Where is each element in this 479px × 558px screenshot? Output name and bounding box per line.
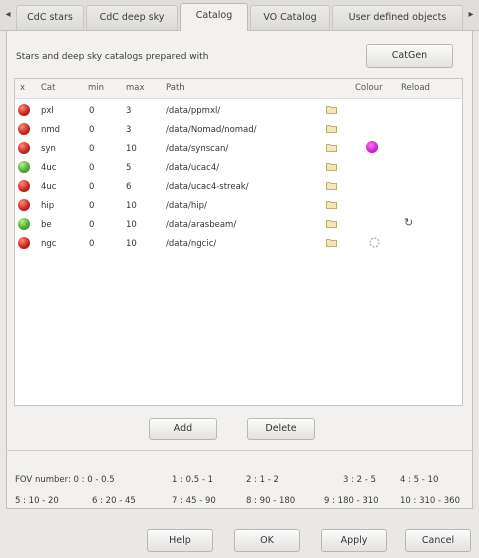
table-row[interactable]: be 0 10/data/arasbeam/ ↻ <box>15 216 462 235</box>
fov-label-8: 8 : 90 - 180 <box>246 496 296 506</box>
col-header-cat: Cat <box>41 83 56 93</box>
cell-max: 5 <box>126 163 132 173</box>
catgen-button[interactable]: CatGen <box>366 44 453 68</box>
cell-cat: be <box>41 220 52 230</box>
tab-scroll-left-icon[interactable]: ◂ <box>2 6 14 24</box>
delete-button[interactable]: Delete <box>247 418 315 440</box>
folder-icon[interactable] <box>326 124 337 133</box>
status-inactive-icon[interactable] <box>18 123 30 135</box>
col-header-path: Path <box>166 83 185 93</box>
catalog-table: x Cat min max Path Colour Reload pxl 0 3/d… <box>14 78 463 406</box>
status-inactive-icon[interactable] <box>18 104 30 116</box>
cell-min: 0 <box>89 220 95 230</box>
cell-min: 0 <box>89 163 95 173</box>
fov-label-7: 7 : 45 - 90 <box>172 496 216 506</box>
folder-icon[interactable] <box>326 162 337 171</box>
fov-label-3: 3 : 2 - 5 <box>343 475 376 485</box>
cell-cat: 4uc <box>41 182 57 192</box>
cell-min: 0 <box>89 106 95 116</box>
col-header-reload: Reload <box>401 83 430 93</box>
ok-button[interactable]: OK <box>234 529 300 552</box>
status-inactive-icon[interactable] <box>18 142 30 154</box>
col-header-colour: Colour <box>355 83 383 93</box>
fov-label-5: 5 : 10 - 20 <box>15 496 59 506</box>
divider <box>6 450 473 451</box>
dialog-button-bar: Help OK Apply Cancel <box>0 509 479 558</box>
colour-swatch[interactable] <box>366 141 378 153</box>
table-row[interactable]: 4uc 0 5/data/ucac4/ <box>15 159 462 178</box>
cell-cat: 4uc <box>41 163 57 173</box>
cell-path[interactable]: /data/ngcic/ <box>166 239 216 249</box>
folder-icon[interactable] <box>326 238 337 247</box>
folder-icon[interactable] <box>326 200 337 209</box>
cell-cat: pxl <box>41 106 54 116</box>
cell-path[interactable]: /data/ucac4/ <box>166 163 219 173</box>
fov-label-1: 1 : 0.5 - 1 <box>172 475 214 485</box>
cell-max: 3 <box>126 125 132 135</box>
table-row[interactable]: 4uc 0 6/data/ucac4-streak/ <box>15 178 462 197</box>
table-header: x Cat min max Path Colour Reload <box>15 79 462 99</box>
fov-label-6: 6 : 20 - 45 <box>92 496 136 506</box>
cell-max: 10 <box>126 239 137 249</box>
tab-bar: ◂ CdC stars CdC deep sky Catalog VO Cata… <box>0 0 479 32</box>
fov-label-0: FOV number: 0 : 0 - 0.5 <box>15 475 115 485</box>
status-inactive-icon[interactable] <box>18 199 30 211</box>
cell-cat: hip <box>41 201 55 211</box>
cell-cat: nmd <box>41 125 61 135</box>
cell-path[interactable]: /data/ppmxl/ <box>166 106 220 116</box>
cell-max: 10 <box>126 220 137 230</box>
cell-max: 10 <box>126 201 137 211</box>
fov-label-2: 2 : 1 - 2 <box>246 475 279 485</box>
cell-min: 0 <box>89 201 95 211</box>
cell-path[interactable]: /data/Nomad/nomad/ <box>166 125 257 135</box>
table-row[interactable]: syn 0 10/data/synscan/ <box>15 140 462 159</box>
status-active-icon[interactable] <box>18 161 30 173</box>
cell-min: 0 <box>89 125 95 135</box>
status-inactive-icon[interactable] <box>18 237 30 249</box>
loading-spinner-icon <box>369 237 380 248</box>
cell-path[interactable]: /data/ucac4-streak/ <box>166 182 249 192</box>
cell-cat: syn <box>41 144 56 154</box>
tab-cdc-stars[interactable]: CdC stars <box>16 5 84 30</box>
table-row[interactable]: pxl 0 3/data/ppmxl/ <box>15 102 462 121</box>
table-row[interactable]: nmd 0 3/data/Nomad/nomad/ <box>15 121 462 140</box>
apply-button[interactable]: Apply <box>321 529 387 552</box>
help-button[interactable]: Help <box>147 529 213 552</box>
add-button[interactable]: Add <box>149 418 217 440</box>
folder-icon[interactable] <box>326 105 337 114</box>
cell-cat: ngc <box>41 239 57 249</box>
cell-path[interactable]: /data/arasbeam/ <box>166 220 236 230</box>
cell-min: 0 <box>89 144 95 154</box>
cell-path[interactable]: /data/hip/ <box>166 201 207 211</box>
cancel-button[interactable]: Cancel <box>405 529 471 552</box>
folder-icon[interactable] <box>326 181 337 190</box>
col-header-x: x <box>20 83 26 93</box>
folder-icon[interactable] <box>326 219 337 228</box>
cell-path[interactable]: /data/synscan/ <box>166 144 228 154</box>
table-row[interactable]: ngc 0 10/data/ngcic/ <box>15 235 462 254</box>
reload-icon[interactable]: ↻ <box>404 217 413 229</box>
cell-min: 0 <box>89 239 95 249</box>
cell-max: 3 <box>126 106 132 116</box>
tab-scroll-right-icon[interactable]: ▸ <box>465 6 477 24</box>
fov-label-4: 4 : 5 - 10 <box>400 475 439 485</box>
settings-dialog: ◂ CdC stars CdC deep sky Catalog VO Cata… <box>0 0 479 558</box>
status-inactive-icon[interactable] <box>18 180 30 192</box>
fov-label-10: 10 : 310 - 360 <box>400 496 461 506</box>
cell-min: 0 <box>89 182 95 192</box>
col-header-max: max <box>126 83 145 93</box>
tab-user-defined-objects[interactable]: User defined objects <box>332 5 463 30</box>
fov-label-9: 9 : 180 - 310 <box>324 496 379 506</box>
cell-max: 6 <box>126 182 132 192</box>
tab-cdc-deep-sky[interactable]: CdC deep sky <box>86 5 178 30</box>
prepared-label: Stars and deep sky catalogs prepared wit… <box>16 52 209 62</box>
tab-catalog[interactable]: Catalog <box>180 3 248 32</box>
status-active-icon[interactable] <box>18 218 30 230</box>
col-header-min: min <box>88 83 105 93</box>
folder-icon[interactable] <box>326 143 337 152</box>
tab-vo-catalog[interactable]: VO Catalog <box>250 5 330 30</box>
table-row[interactable]: hip 0 10/data/hip/ <box>15 197 462 216</box>
cell-max: 10 <box>126 144 137 154</box>
